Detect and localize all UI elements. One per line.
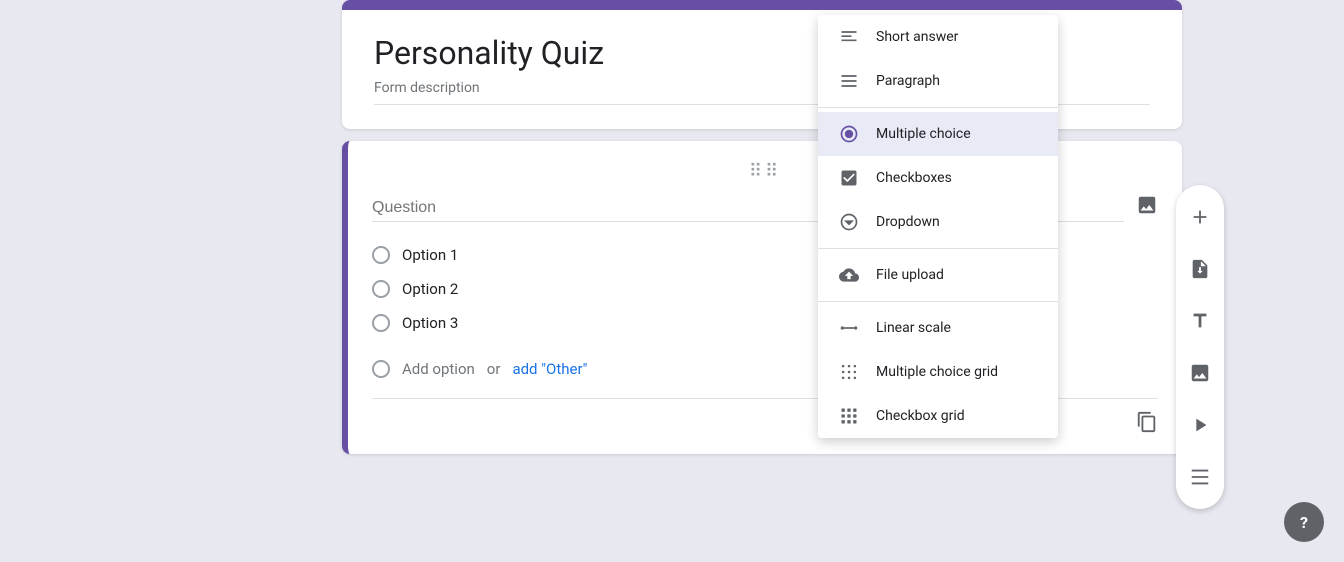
checkbox-grid-label: Checkbox grid <box>876 408 965 424</box>
dropdown-label: Dropdown <box>876 214 940 230</box>
menu-item-multiple-choice[interactable]: Multiple choice <box>818 112 1058 156</box>
multiple-choice-label: Multiple choice <box>876 126 971 142</box>
add-question-button[interactable] <box>1176 193 1224 241</box>
radio-circle-1 <box>372 246 390 264</box>
radio-circle-2 <box>372 280 390 298</box>
file-upload-icon <box>838 265 860 285</box>
menu-item-short-answer[interactable]: Short answer <box>818 15 1058 59</box>
checkbox-grid-icon <box>838 406 860 426</box>
option-label-2: Option 2 <box>402 280 458 298</box>
paragraph-label: Paragraph <box>876 73 940 89</box>
option-label-3: Option 3 <box>402 314 458 332</box>
divider-3 <box>818 301 1058 302</box>
file-upload-label: File upload <box>876 267 944 283</box>
divider-2 <box>818 248 1058 249</box>
multiple-choice-grid-icon <box>838 362 860 382</box>
linear-scale-label: Linear scale <box>876 320 951 336</box>
checkboxes-icon <box>838 168 860 188</box>
drag-dots-icon: ⠿⠿ <box>749 161 781 182</box>
menu-item-file-upload[interactable]: File upload <box>818 253 1058 297</box>
add-option-text[interactable]: Add option <box>402 360 475 378</box>
or-text: or <box>487 360 501 378</box>
divider-1 <box>818 107 1058 108</box>
menu-item-multiple-choice-grid[interactable]: Multiple choice grid <box>818 350 1058 394</box>
linear-scale-icon <box>838 318 860 338</box>
main-container: Personality Quiz Form description ⠿⠿ Opt… <box>0 0 1344 562</box>
image-icon[interactable] <box>1136 194 1158 222</box>
checkboxes-label: Checkboxes <box>876 170 952 186</box>
dropdown-scroll[interactable]: Short answer Paragraph Multiple choice <box>818 15 1058 438</box>
multiple-choice-grid-label: Multiple choice grid <box>876 364 998 380</box>
menu-item-linear-scale[interactable]: Linear scale <box>818 306 1058 350</box>
menu-item-checkboxes[interactable]: Checkboxes <box>818 156 1058 200</box>
add-image-button[interactable] <box>1176 349 1224 397</box>
add-section-button[interactable] <box>1176 453 1224 501</box>
copy-icon[interactable] <box>1136 411 1158 438</box>
menu-item-paragraph[interactable]: Paragraph <box>818 59 1058 103</box>
radio-circle-3 <box>372 314 390 332</box>
radio-circle-add <box>372 360 390 378</box>
dropdown-menu: Short answer Paragraph Multiple choice <box>818 15 1058 438</box>
add-title-button[interactable] <box>1176 297 1224 345</box>
help-label: ? <box>1300 513 1308 532</box>
right-toolbar <box>1176 185 1224 509</box>
option-label-1: Option 1 <box>402 246 458 264</box>
menu-item-dropdown[interactable]: Dropdown <box>818 200 1058 244</box>
paragraph-icon <box>838 71 860 91</box>
add-video-button[interactable] <box>1176 401 1224 449</box>
help-button[interactable]: ? <box>1284 502 1324 542</box>
multiple-choice-icon <box>838 124 860 144</box>
add-other-link[interactable]: add "Other" <box>512 360 587 378</box>
menu-item-checkbox-grid[interactable]: Checkbox grid <box>818 394 1058 438</box>
short-answer-icon <box>838 27 860 47</box>
dropdown-icon <box>838 212 860 232</box>
short-answer-label: Short answer <box>876 29 958 45</box>
import-questions-button[interactable] <box>1176 245 1224 293</box>
